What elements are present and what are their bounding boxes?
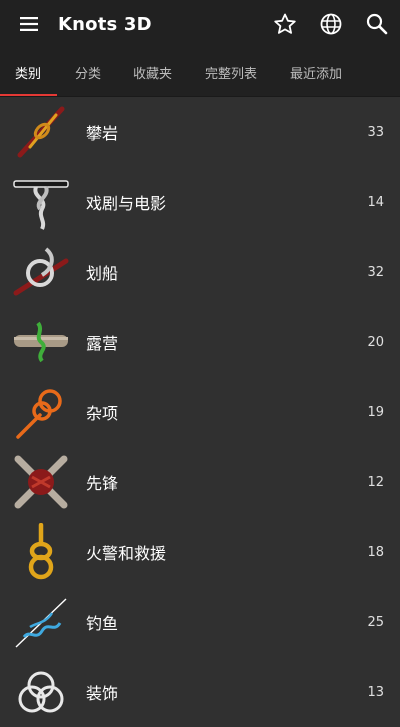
- category-count: 32: [367, 264, 384, 280]
- category-count: 25: [367, 614, 384, 630]
- language-button[interactable]: [308, 0, 354, 48]
- category-count: 12: [367, 474, 384, 490]
- category-count: 14: [367, 194, 384, 210]
- category-list: 攀岩 33 戏剧与电影 14 划船 32 露营 20 杂项 19 先锋 12 火…: [0, 97, 400, 727]
- boating-knot-icon: [12, 243, 70, 301]
- category-label: 钓鱼: [86, 614, 119, 633]
- category-row-miscellaneous[interactable]: 杂项 19: [0, 377, 400, 447]
- hamburger-menu-icon: [20, 17, 38, 31]
- tab-categories[interactable]: 类别: [0, 48, 58, 96]
- star-icon: [274, 13, 296, 34]
- category-label: 杂项: [86, 404, 119, 423]
- category-row-camping[interactable]: 露营 20: [0, 307, 400, 377]
- search-button[interactable]: [354, 0, 400, 48]
- tab-recently-added[interactable]: 最近添加: [290, 48, 342, 96]
- category-count: 13: [367, 684, 384, 700]
- category-count: 19: [367, 404, 384, 420]
- pioneering-knot-icon: [12, 453, 70, 511]
- category-row-fire-rescue[interactable]: 火警和救援 18: [0, 517, 400, 587]
- category-row-fishing[interactable]: 钓鱼 25: [0, 587, 400, 657]
- tab-bar: 类别 分类 收藏夹 完整列表 最近添加: [0, 48, 400, 97]
- app-bar: Knots 3D: [0, 0, 400, 48]
- category-label: 先锋: [86, 474, 119, 493]
- category-label: 装饰: [86, 684, 119, 703]
- tab-full-list[interactable]: 完整列表: [205, 48, 257, 96]
- favorite-button[interactable]: [262, 0, 308, 48]
- climbing-knot-icon: [12, 103, 70, 161]
- category-row-climbing[interactable]: 攀岩 33: [0, 97, 400, 167]
- category-label: 露营: [86, 334, 119, 353]
- category-row-theatre[interactable]: 戏剧与电影 14: [0, 167, 400, 237]
- menu-button[interactable]: [0, 0, 58, 48]
- category-row-decorative[interactable]: 装饰 13: [0, 657, 400, 727]
- category-row-boating[interactable]: 划船 32: [0, 237, 400, 307]
- misc-knot-icon: [12, 383, 70, 441]
- category-count: 18: [367, 544, 384, 560]
- category-label: 划船: [86, 264, 119, 283]
- category-label: 戏剧与电影: [86, 194, 167, 213]
- globe-icon: [320, 13, 342, 35]
- fire-rescue-knot-icon: [12, 523, 70, 581]
- theatre-knot-icon: [12, 173, 70, 231]
- category-label: 火警和救援: [86, 544, 167, 563]
- app-title: Knots 3D: [58, 13, 152, 35]
- tab-favorites[interactable]: 收藏夹: [133, 48, 172, 96]
- category-count: 33: [367, 124, 384, 140]
- fishing-knot-icon: [12, 593, 70, 651]
- tab-types[interactable]: 分类: [75, 48, 101, 96]
- category-count: 20: [367, 334, 384, 350]
- decorative-knot-icon: [12, 663, 70, 721]
- category-row-pioneering[interactable]: 先锋 12: [0, 447, 400, 517]
- category-label: 攀岩: [86, 124, 119, 143]
- search-icon: [366, 13, 388, 35]
- camping-knot-icon: [12, 313, 70, 371]
